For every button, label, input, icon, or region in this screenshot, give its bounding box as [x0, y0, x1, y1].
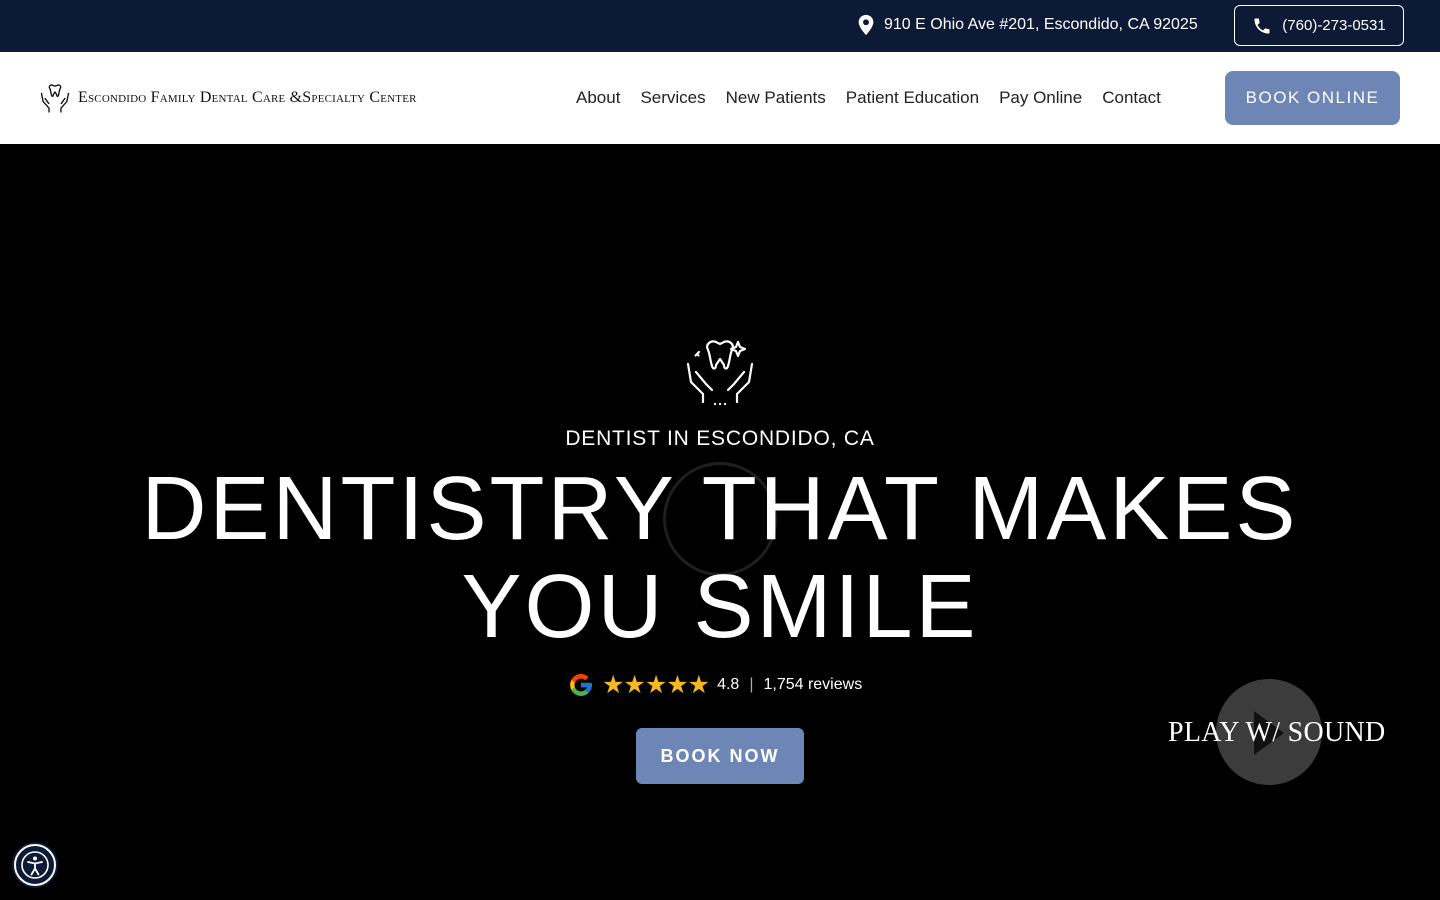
- logo-text: Escondido Family Dental Care &Specialty …: [78, 89, 417, 106]
- review-count: 1,754 reviews: [763, 676, 863, 693]
- play-with-sound-label[interactable]: PLAY W/ SOUND: [1168, 717, 1386, 749]
- loading-spinner: [663, 462, 777, 576]
- address-text: 910 E Ohio Ave #201, Escondido, CA 92025: [884, 16, 1198, 33]
- book-now-button[interactable]: BOOK NOW: [636, 728, 804, 784]
- site-header: Escondido Family Dental Care &Specialty …: [0, 52, 1440, 144]
- nav-about[interactable]: About: [566, 88, 630, 108]
- tooth-hands-logo-icon: [40, 84, 70, 113]
- google-icon: [570, 674, 592, 696]
- nav-patient-education[interactable]: Patient Education: [836, 88, 989, 108]
- phone-icon: [1254, 18, 1270, 33]
- address[interactable]: 910 E Ohio Ave #201, Escondido, CA 92025: [856, 14, 1198, 36]
- accessibility-icon: [21, 851, 49, 879]
- accessibility-button[interactable]: [14, 844, 56, 886]
- phone-button[interactable]: (760)-273-0531: [1234, 5, 1404, 46]
- hero-section: DENTIST IN ESCONDIDO, CA DENTISTRY THAT …: [0, 144, 1440, 900]
- nav-pay-online[interactable]: Pay Online: [989, 88, 1092, 108]
- phone-text: (760)-273-0531: [1282, 17, 1386, 34]
- hero-eyebrow: DENTIST IN ESCONDIDO, CA: [565, 427, 875, 450]
- logo[interactable]: Escondido Family Dental Care &Specialty …: [38, 81, 417, 115]
- rating-value: 4.8: [717, 676, 740, 693]
- rating-separator: |: [749, 676, 754, 693]
- book-online-button[interactable]: BOOK ONLINE: [1225, 71, 1400, 125]
- top-bar: 910 E Ohio Ave #201, Escondido, CA 92025…: [0, 0, 1440, 52]
- map-pin-icon: [858, 14, 874, 36]
- nav-contact[interactable]: Contact: [1092, 88, 1171, 108]
- tooth-hands-sparkle-icon: [686, 340, 754, 406]
- rating-stars: ★★★★★: [602, 670, 710, 699]
- google-reviews[interactable]: ★★★★★ 4.8 | 1,754 reviews: [568, 672, 862, 698]
- main-nav: About Services New Patients Patient Educ…: [566, 88, 1171, 108]
- nav-services[interactable]: Services: [630, 88, 715, 108]
- nav-new-patients[interactable]: New Patients: [716, 88, 836, 108]
